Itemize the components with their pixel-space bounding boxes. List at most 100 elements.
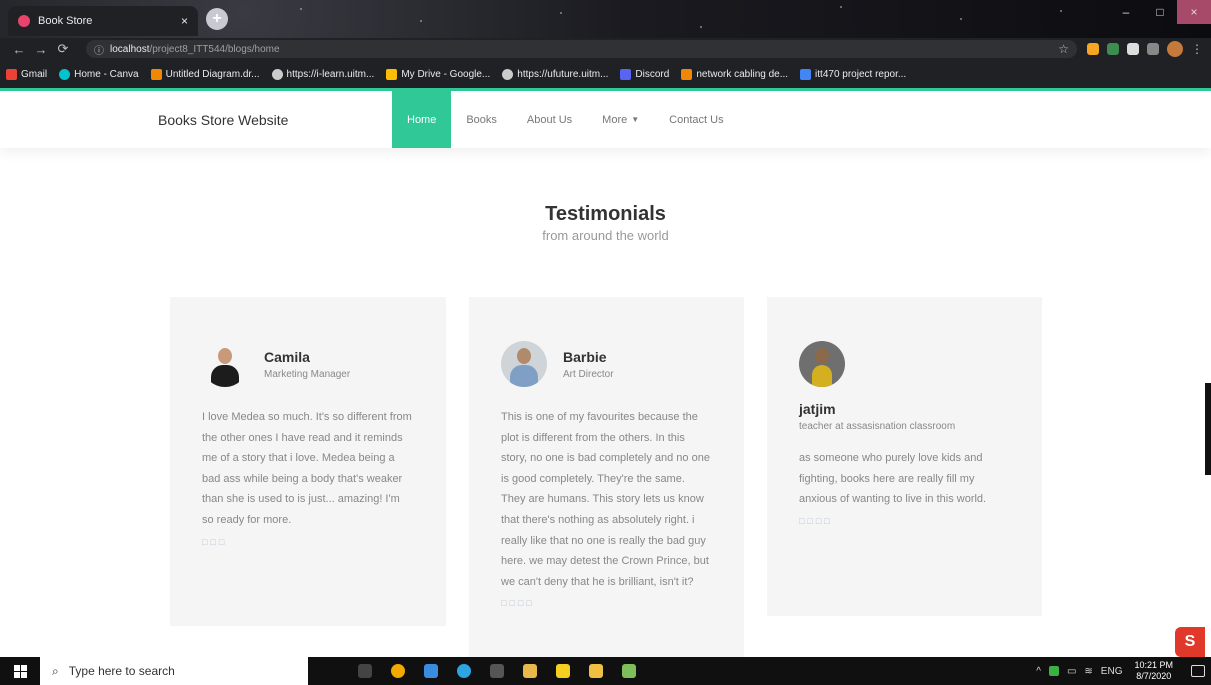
maximize-button[interactable]: □ xyxy=(1143,0,1177,24)
sticky-notes-icon[interactable] xyxy=(556,664,570,678)
wifi-icon[interactable]: ≋ xyxy=(1084,666,1092,677)
extension-icon[interactable] xyxy=(1107,43,1119,55)
back-icon[interactable]: ← xyxy=(8,42,30,57)
google-drive-icon xyxy=(386,68,398,80)
bookmark-discord[interactable]: Discord xyxy=(620,68,669,80)
window-controls: – □ × xyxy=(1109,0,1211,24)
nav-books[interactable]: Books xyxy=(451,91,512,148)
author-role: Marketing Manager xyxy=(264,368,351,380)
bookmark-itt470[interactable]: itt470 project repor... xyxy=(800,68,907,80)
caret-down-icon: ▼ xyxy=(631,115,640,124)
telegram-icon[interactable] xyxy=(457,664,471,678)
address-bar[interactable]: ⓘ localhost /project8_ITT544/blogs/home … xyxy=(86,40,1077,58)
window-close-button[interactable]: × xyxy=(1177,0,1211,24)
site-info-icon[interactable]: ⓘ xyxy=(94,42,104,57)
clock-date: 8/7/2020 xyxy=(1136,671,1172,681)
terminal-icon[interactable] xyxy=(490,664,504,678)
task-view-icon[interactable] xyxy=(358,664,372,678)
battery-icon[interactable]: ▭ xyxy=(1067,666,1076,677)
gmail-icon xyxy=(6,68,17,80)
tab-close-icon[interactable]: × xyxy=(181,14,188,28)
tab-title: Book Store xyxy=(38,15,93,27)
bookmark-label: Gmail xyxy=(21,68,48,80)
browser-tab-strip: Book Store × + – □ × xyxy=(0,0,1211,38)
bookmark-network[interactable]: network cabling de... xyxy=(681,68,789,80)
tray-app-icon[interactable] xyxy=(1048,666,1059,676)
notification-icon[interactable] xyxy=(1191,665,1205,677)
bookmark-label: itt470 project repor... xyxy=(815,68,907,80)
app-icon[interactable] xyxy=(589,664,603,678)
globe-icon xyxy=(271,68,283,80)
menu-dots-icon[interactable]: ⋮ xyxy=(1191,42,1203,56)
language-indicator[interactable]: ENG xyxy=(1101,666,1123,677)
puzzle-icon[interactable] xyxy=(1127,43,1139,55)
author-name: jatjim xyxy=(799,401,836,417)
testimonial-author: Barbie Art Director xyxy=(501,341,712,387)
bookmark-canva[interactable]: Home - Canva xyxy=(59,68,139,80)
nav-more-dropdown[interactable]: More ▼ xyxy=(587,91,654,148)
drawio-icon xyxy=(150,68,162,80)
discord-icon xyxy=(620,68,632,80)
file-explorer-icon[interactable] xyxy=(523,664,537,678)
site-brand[interactable]: Books Store Website xyxy=(158,112,288,128)
drawio-icon xyxy=(681,68,693,80)
extension-icons: ⋮ xyxy=(1087,41,1203,57)
chevron-up-icon[interactable]: ^ xyxy=(1036,666,1041,677)
profile-avatar-icon[interactable] xyxy=(1167,41,1183,57)
windows-taskbar: ⌕ Type here to search ^ ▭ ≋ ENG 10:21 PM… xyxy=(0,657,1211,685)
forward-icon[interactable]: → xyxy=(30,42,52,57)
start-button[interactable] xyxy=(0,657,40,685)
bookmark-diagram[interactable]: Untitled Diagram.dr... xyxy=(150,68,260,80)
app-launcher-icon[interactable]: S xyxy=(1175,627,1205,657)
reload-icon[interactable]: ⟳ xyxy=(52,41,74,57)
new-tab-button[interactable]: + xyxy=(206,8,228,30)
testimonial-author: jatjim teacher at assasisnation classroo… xyxy=(799,341,1010,432)
testimonial-card: Camila Marketing Manager I love Medea so… xyxy=(170,297,446,626)
bookmark-label: https://ufuture.uitm... xyxy=(517,68,609,80)
taskbar-apps xyxy=(358,664,636,678)
clock[interactable]: 10:21 PM 8/7/2020 xyxy=(1134,660,1173,682)
nav-links: Home Books About Us More ▼ Contact Us xyxy=(392,91,739,148)
clock-time: 10:21 PM xyxy=(1134,660,1173,670)
bookmark-label: https://i-learn.uitm... xyxy=(286,68,375,80)
browser-tab[interactable]: Book Store × xyxy=(8,6,198,36)
search-icon: ⌕ xyxy=(52,663,59,678)
bookmark-label: network cabling de... xyxy=(696,68,789,80)
reading-list-icon[interactable] xyxy=(1147,43,1159,55)
bookmarks-bar: Gmail Home - Canva Untitled Diagram.dr..… xyxy=(0,60,1211,88)
nav-contact[interactable]: Contact Us xyxy=(654,91,738,148)
nav-more-label: More xyxy=(602,113,628,126)
site-navbar: Books Store Website Home Books About Us … xyxy=(0,91,1211,148)
notepad-icon[interactable] xyxy=(622,664,636,678)
bookmark-drive[interactable]: My Drive - Google... xyxy=(386,68,491,80)
system-tray: ^ ▭ ≋ ENG 10:21 PM 8/7/2020 xyxy=(1036,660,1211,682)
extension-icon[interactable] xyxy=(1087,43,1099,55)
bookmark-star-icon[interactable]: ☆ xyxy=(1058,42,1069,56)
avatar xyxy=(202,341,248,387)
bookmark-ilearn[interactable]: https://i-learn.uitm... xyxy=(271,68,375,80)
avatar xyxy=(501,341,547,387)
testimonial-card: Barbie Art Director This is one of my fa… xyxy=(469,297,744,657)
author-role: teacher at assasisnation classroom xyxy=(799,421,956,432)
section-subtitle: from around the world xyxy=(542,228,669,243)
bookmark-gmail[interactable]: Gmail xyxy=(6,68,48,80)
bookmark-label: My Drive - Google... xyxy=(401,68,491,80)
nav-about[interactable]: About Us xyxy=(512,91,587,148)
bookmark-ufuture[interactable]: https://ufuture.uitm... xyxy=(502,68,609,80)
chrome-icon[interactable] xyxy=(391,664,405,678)
minimize-button[interactable]: – xyxy=(1109,0,1143,24)
app-icon[interactable] xyxy=(424,664,438,678)
rating-stars: □□□□ xyxy=(799,515,833,526)
rating-stars: □□□ xyxy=(202,536,228,547)
bookmark-label: Home - Canva xyxy=(74,68,139,80)
testimonial-quote: This is one of my favourites because the… xyxy=(501,411,710,588)
author-role: Art Director xyxy=(563,368,614,380)
section-title: Testimonials xyxy=(545,203,666,225)
nav-home[interactable]: Home xyxy=(392,91,452,148)
testimonial-quote: as someone who purely love kids and figh… xyxy=(799,452,987,506)
rating-stars: □□□□ xyxy=(501,598,535,609)
bookmark-label: Untitled Diagram.dr... xyxy=(165,68,260,80)
testimonial-author: Camila Marketing Manager xyxy=(202,341,414,387)
taskbar-search[interactable]: ⌕ Type here to search xyxy=(40,657,308,685)
scroll-tab[interactable] xyxy=(1205,383,1211,475)
